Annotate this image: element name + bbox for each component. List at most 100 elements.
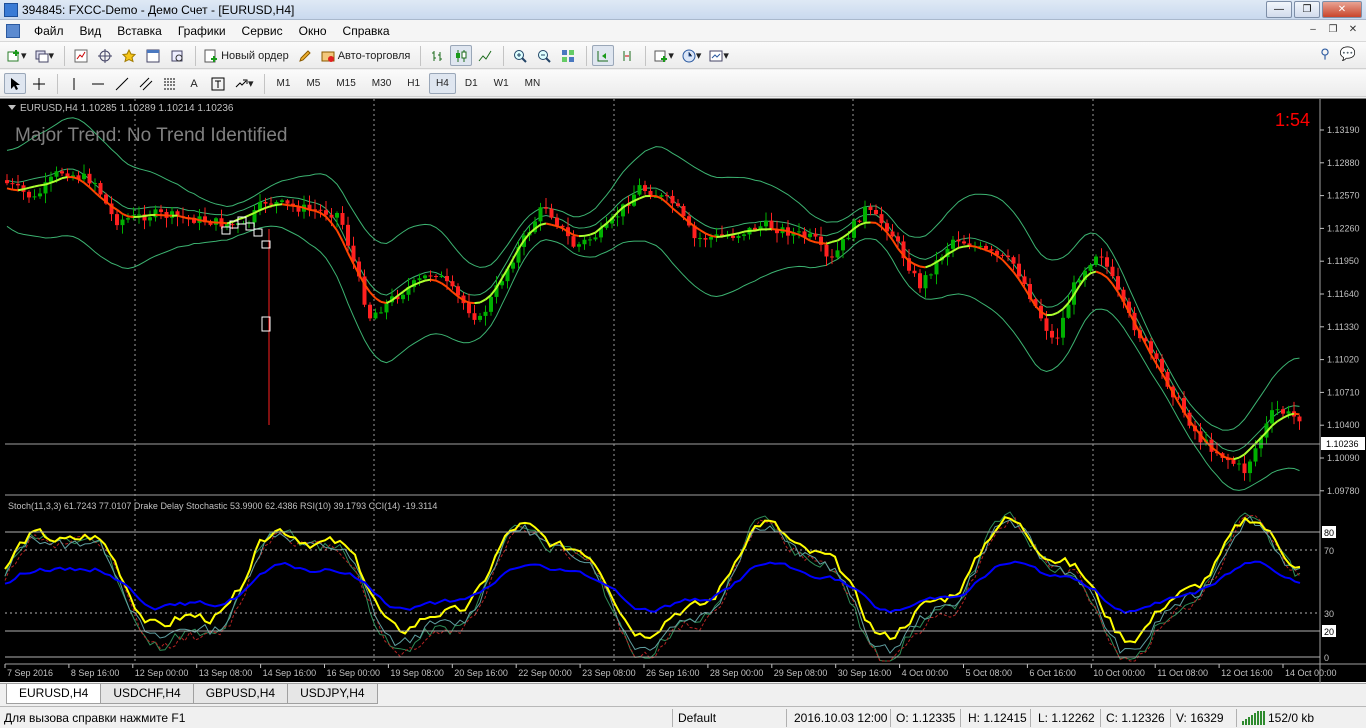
close-button[interactable]: ✕ [1322,1,1362,18]
search-icon[interactable]: ⚲ [1320,46,1330,62]
candle-body [1154,353,1159,359]
cursor-button[interactable] [4,73,26,94]
menu-charts[interactable]: Графики [170,23,234,39]
candle-body [703,238,708,240]
status-bar: Для вызова справки нажмите F1 Default 20… [0,706,1366,728]
price-chart[interactable]: EURUSD,H4 1.10285 1.10289 1.10214 1.1023… [0,99,1366,683]
candle-body [93,183,97,185]
timeframe-m1[interactable]: M1 [270,73,298,94]
menu-tools[interactable]: Сервис [234,23,291,39]
profiles-button[interactable]: ▾ [32,45,58,66]
timeframe-h4[interactable]: H4 [429,73,456,94]
chart-shift-button[interactable] [616,45,638,66]
time-tick-label: 26 Sep 16:00 [646,668,700,678]
connection-status-icon[interactable] [1242,711,1265,725]
timeframe-m15[interactable]: M15 [329,73,362,94]
indicators-button[interactable]: ▾ [651,45,677,66]
menu-view[interactable]: Вид [72,23,110,39]
timeframe-m30[interactable]: M30 [365,73,398,94]
mdi-close-button[interactable]: ✕ [1346,23,1360,37]
auto-scroll-button[interactable] [592,45,615,66]
candle-body [225,224,229,227]
metaeditor-button[interactable] [294,45,316,66]
candle-body [472,313,477,320]
minimize-button[interactable]: — [1266,1,1292,18]
auto-trading-button[interactable]: Авто-торговля [318,45,414,66]
fibonacci-button[interactable] [159,73,181,94]
price-tick-label: 1.13190 [1327,125,1360,135]
maximize-button[interactable]: ❐ [1294,1,1320,18]
tab-gbpusd[interactable]: GBPUSD,H4 [192,684,289,704]
ma-segment [754,228,761,232]
strategy-tester-button[interactable] [166,45,188,66]
timeframe-d1[interactable]: D1 [458,73,485,94]
candle-body [115,214,119,226]
candle-body [593,237,598,240]
fibonacci-icon [164,78,176,89]
zoom-in-button[interactable] [509,45,531,66]
candle-body [1237,463,1241,465]
ma-segment [1288,412,1295,417]
horizontal-line-button[interactable] [87,73,109,94]
price-tick-label: 1.11020 [1327,355,1359,365]
line-chart-button[interactable] [474,45,496,66]
menu-window[interactable]: Окно [291,23,335,39]
ma-segment [116,208,124,215]
candle-body [329,214,334,218]
candle-body [571,236,576,247]
zoom-out-button[interactable] [533,45,555,66]
timeframe-w1[interactable]: W1 [487,73,516,94]
menu-file[interactable]: Файл [26,23,72,39]
new-order-button[interactable]: Новый ордер [201,45,292,66]
text-label-button[interactable] [207,73,229,94]
menu-insert[interactable]: Вставка [109,23,170,39]
timeframe-h1[interactable]: H1 [400,73,427,94]
chart-window-icon[interactable] [6,24,20,38]
candle-body [764,220,768,227]
bar-chart-button[interactable] [426,45,448,66]
candle-body [280,200,284,202]
candlestick-button[interactable] [450,45,473,66]
terminal-button[interactable] [142,45,164,66]
ma-segment [958,245,965,249]
vertical-line-button[interactable] [63,73,85,94]
price-tick-label: 1.10090 [1327,453,1360,463]
tile-windows-button[interactable] [557,45,579,66]
ma-segment [666,202,674,209]
timeframe-m5[interactable]: M5 [299,73,327,94]
ma-segment [743,229,750,233]
equidistant-channel-button[interactable] [135,73,157,94]
new-chart-button[interactable]: ▾ [4,45,30,66]
mdi-restore-button[interactable]: ❐ [1326,23,1340,37]
chat-icon[interactable]: 💬 [1340,46,1356,62]
crosshair-button[interactable] [28,73,50,94]
chart-header-arrow-icon[interactable] [8,105,16,110]
chart-window[interactable]: EURUSD,H4 1.10285 1.10289 1.10214 1.1023… [0,98,1366,683]
status-profile[interactable]: Default [678,711,716,725]
arrows-button[interactable]: ▾ [231,73,257,94]
ma-segment [292,204,299,208]
mdi-minimize-button[interactable]: – [1306,23,1320,37]
candle-body [335,213,339,218]
trendline-button[interactable] [111,73,133,94]
navigator-button[interactable] [118,45,140,66]
tab-usdjpy[interactable]: USDJPY,H4 [287,684,378,704]
ma-segment [221,221,228,225]
periods-button[interactable]: ▾ [679,45,705,66]
templates-button[interactable]: ▾ [706,45,732,66]
ma-segment [1233,456,1240,461]
candle-body [769,220,774,229]
timeframe-mn[interactable]: MN [518,73,548,94]
market-watch-button[interactable] [70,45,92,66]
candle-body [1055,337,1060,339]
tab-eurusd[interactable]: EURUSD,H4 [6,684,102,704]
ma-segment [408,283,415,289]
tab-usdchf[interactable]: USDCHF,H4 [100,684,194,704]
ma-segment [1001,259,1009,267]
candle-body [659,195,664,197]
text-button[interactable]: A [183,73,205,94]
ma-segment [237,216,244,221]
data-window-button[interactable] [94,45,116,66]
ma-segment [182,216,189,220]
menu-help[interactable]: Справка [335,23,398,39]
